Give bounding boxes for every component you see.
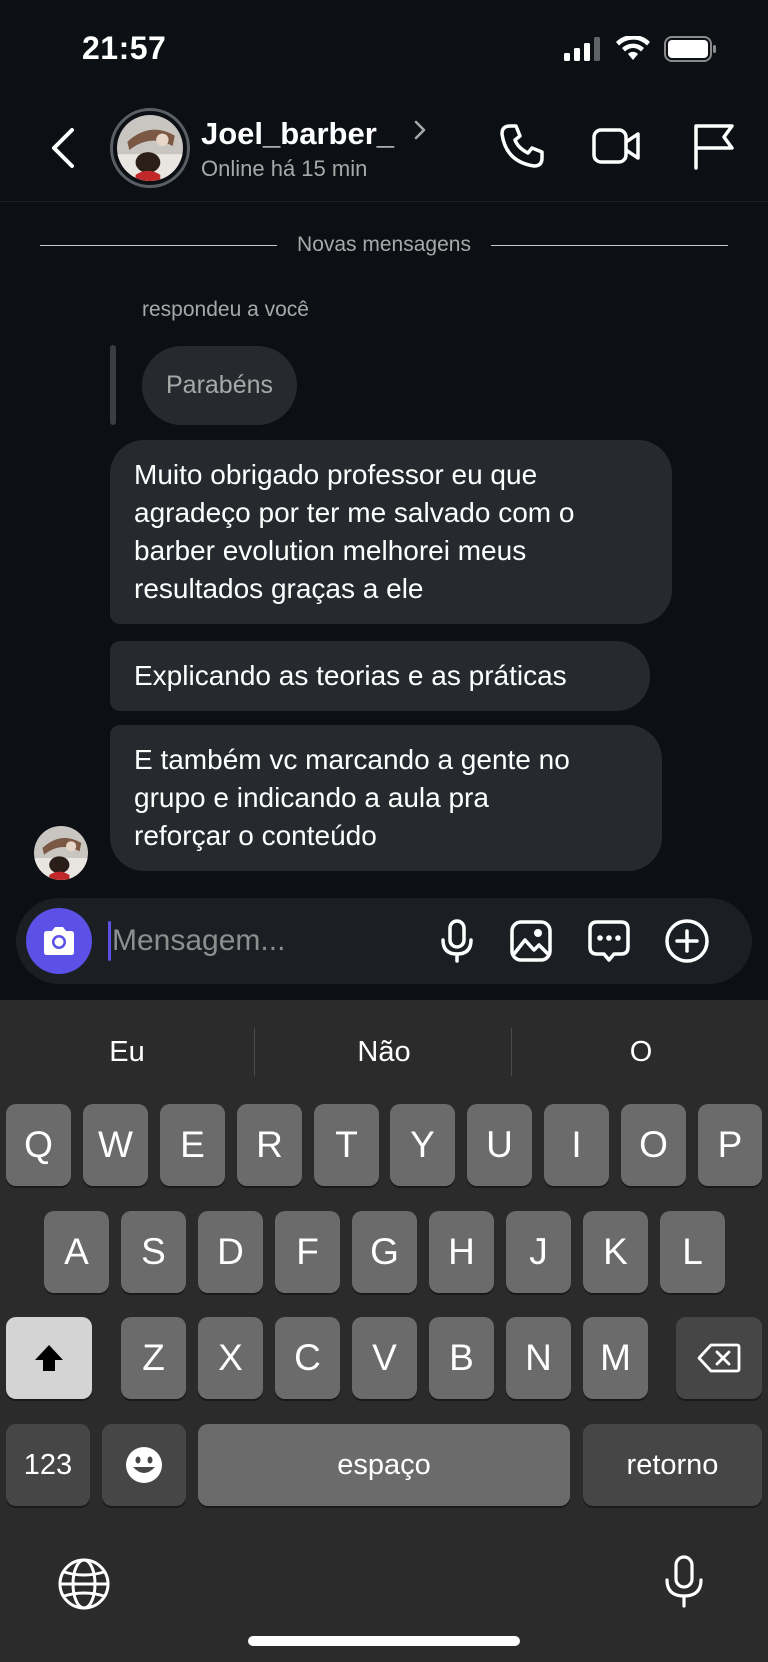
contact-name[interactable]: Joel_barber_	[201, 116, 394, 152]
key-j[interactable]: J	[506, 1211, 571, 1293]
suggestion-item[interactable]: Eu	[0, 1022, 254, 1082]
wifi-icon	[616, 36, 650, 60]
emoji-key[interactable]	[102, 1424, 186, 1506]
reply-bar	[110, 345, 116, 425]
key-z[interactable]: Z	[121, 1317, 186, 1399]
dictation-icon[interactable]	[656, 1554, 712, 1610]
contact-status: Online há 15 min	[201, 156, 368, 181]
key-g[interactable]: G	[352, 1211, 417, 1293]
chat-header: Joel_barber_ Online há 15 min	[0, 100, 768, 202]
return-key[interactable]: retorno	[583, 1424, 762, 1506]
key-k[interactable]: K	[583, 1211, 648, 1293]
key-d[interactable]: D	[198, 1211, 263, 1293]
flag-icon[interactable]	[688, 120, 740, 172]
shift-icon	[35, 1345, 63, 1371]
message-line: reforçar o conteúdo	[134, 820, 377, 851]
key-q[interactable]: Q	[6, 1104, 71, 1186]
numbers-key[interactable]: 123	[6, 1424, 90, 1506]
divider-line	[40, 244, 278, 246]
divider-line	[490, 244, 728, 246]
suggestion-separator	[254, 1028, 255, 1076]
key-b[interactable]: B	[429, 1317, 494, 1399]
backspace-key[interactable]	[676, 1317, 762, 1399]
message-composer	[16, 898, 752, 984]
message-input[interactable]	[112, 918, 412, 964]
key-l[interactable]: L	[660, 1211, 725, 1293]
camera-icon	[44, 927, 74, 955]
gallery-icon[interactable]	[508, 918, 554, 964]
message-bubble[interactable]: Explicando as teorias e as práticas	[110, 641, 650, 711]
suggestion-item[interactable]: Não	[257, 1022, 511, 1082]
key-f[interactable]: F	[275, 1211, 340, 1293]
key-x[interactable]: X	[198, 1317, 263, 1399]
key-n[interactable]: N	[506, 1317, 571, 1399]
message-bubble[interactable]: E também vc marcando a gente no grupo e …	[110, 725, 662, 871]
reply-caption: respondeu a você	[142, 298, 309, 321]
key-p[interactable]: P	[698, 1104, 762, 1186]
message-bubble[interactable]: Muito obrigado professor eu que agradeço…	[110, 440, 672, 624]
phone-icon[interactable]	[496, 120, 548, 172]
emoji-icon	[126, 1447, 162, 1483]
suggestion-item[interactable]: O	[514, 1022, 768, 1082]
text-cursor	[108, 921, 111, 961]
key-s[interactable]: S	[121, 1211, 186, 1293]
microphone-icon[interactable]	[434, 918, 480, 964]
key-i[interactable]: I	[544, 1104, 609, 1186]
avatar[interactable]	[110, 108, 190, 188]
key-a[interactable]: A	[44, 1211, 109, 1293]
globe-icon[interactable]	[56, 1556, 112, 1612]
key-y[interactable]: Y	[390, 1104, 455, 1186]
message-line: Muito obrigado professor eu que	[134, 459, 538, 490]
suggestion-separator	[511, 1028, 512, 1076]
key-w[interactable]: W	[83, 1104, 148, 1186]
key-u[interactable]: U	[467, 1104, 532, 1186]
sticker-icon[interactable]	[586, 918, 632, 964]
key-r[interactable]: R	[237, 1104, 302, 1186]
back-icon[interactable]	[44, 124, 84, 172]
key-t[interactable]: T	[314, 1104, 379, 1186]
message-line: Explicando as teorias e as práticas	[134, 660, 567, 691]
message-line: E também vc marcando a gente no	[134, 744, 570, 775]
status-icons	[564, 36, 718, 62]
new-messages-divider: Novas mensagens	[40, 230, 728, 260]
home-indicator[interactable]	[248, 1636, 520, 1646]
key-o[interactable]: O	[621, 1104, 686, 1186]
sender-avatar[interactable]	[34, 826, 88, 880]
message-line: grupo e indicando a aula pra	[134, 782, 489, 813]
message-line: agradeço por ter me salvado com o	[134, 497, 575, 528]
signal-icon	[564, 37, 600, 61]
message-line: resultados graças a ele	[134, 573, 424, 604]
status-time: 21:57	[82, 30, 167, 66]
key-c[interactable]: C	[275, 1317, 340, 1399]
suggestion-bar: Eu Não O	[0, 1022, 768, 1082]
divider-label: Novas mensagens	[297, 233, 471, 256]
backspace-icon	[697, 1343, 741, 1373]
avatar-image	[117, 115, 183, 181]
video-icon[interactable]	[590, 120, 642, 172]
key-m[interactable]: M	[583, 1317, 648, 1399]
key-e[interactable]: E	[160, 1104, 225, 1186]
space-key[interactable]: espaço	[198, 1424, 570, 1506]
camera-button[interactable]	[26, 908, 92, 974]
reply-quote-bubble[interactable]: Parabéns	[142, 346, 298, 425]
shift-key[interactable]	[6, 1317, 92, 1399]
status-bar: 21:57	[0, 0, 768, 100]
key-v[interactable]: V	[352, 1317, 417, 1399]
chevron-right-icon[interactable]	[412, 118, 428, 142]
key-h[interactable]: H	[429, 1211, 494, 1293]
battery-icon	[664, 36, 716, 62]
keyboard: Eu Não O Q W E R T Y U I O P A S D F G H…	[0, 1000, 768, 1662]
plus-icon[interactable]	[664, 918, 710, 964]
message-line: barber evolution melhorei meus	[134, 535, 527, 566]
